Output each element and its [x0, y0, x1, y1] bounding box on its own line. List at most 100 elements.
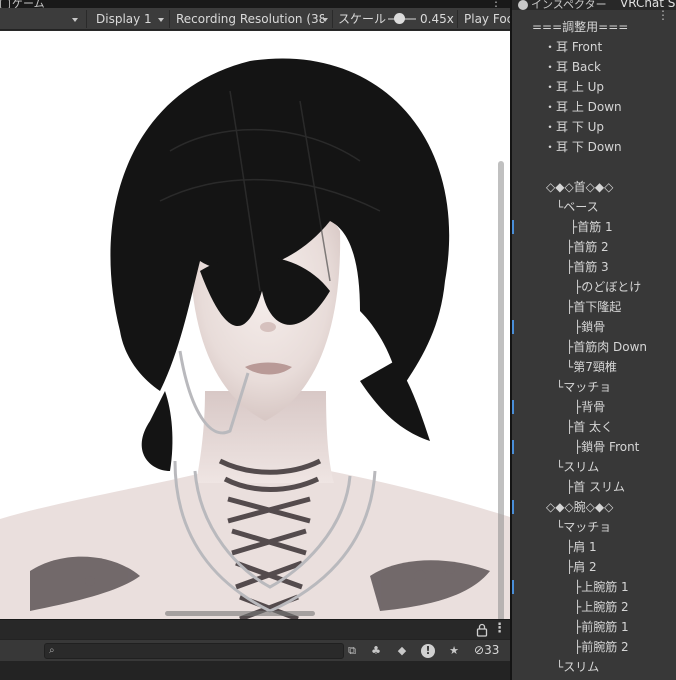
game-tab-bar: ゲーム ⋮ [0, 0, 510, 10]
hierarchy-item[interactable]: ├首筋 1 [512, 217, 676, 237]
hierarchy-item-label: ├上腕筋 2 [574, 600, 629, 614]
right-tab-bar: インスペクター VRChat S [512, 0, 676, 10]
hierarchy-item[interactable]: ・耳 Back [512, 57, 676, 77]
hierarchy-item[interactable]: ・耳 上 Up [512, 77, 676, 97]
chevron-down-icon [157, 17, 164, 22]
row-indicator [512, 440, 514, 454]
hierarchy-item[interactable]: ◇◆◇腕◇◆◇ [512, 497, 676, 517]
hierarchy-item[interactable]: ・耳 Front [512, 37, 676, 57]
row-indicator [512, 400, 514, 414]
info-icon [518, 0, 528, 10]
hierarchy-item-label: ├首筋 1 [570, 220, 613, 234]
console-body [0, 661, 510, 680]
hierarchy-item-label: ├肩 2 [566, 560, 597, 574]
hierarchy-item-label: ├首 スリム [566, 480, 626, 494]
hierarchy-item-label: ===調整用=== [532, 20, 629, 34]
resolution-caret[interactable] [320, 11, 328, 27]
hierarchy-item-label: ├首筋肉 Down [566, 340, 648, 354]
console-toolbar: ⌕ ⧉ ♣ ◆ ! ★ ⊘33 [0, 639, 510, 661]
toolbar-divider [169, 10, 170, 28]
hierarchy-item[interactable]: ├鎖骨 [512, 317, 676, 337]
console-search-input[interactable]: ⌕ [44, 643, 344, 659]
hierarchy-item[interactable]: ├上腕筋 1 [512, 577, 676, 597]
hierarchy-item-label: └マッチョ [556, 520, 612, 534]
hierarchy-item[interactable]: ├上腕筋 2 [512, 597, 676, 617]
hierarchy-item[interactable]: └スリム [512, 457, 676, 477]
hierarchy-item[interactable]: ├肩 2 [512, 557, 676, 577]
hierarchy-item[interactable]: ├首下隆起 [512, 297, 676, 317]
hierarchy-item-label: ├肩 1 [566, 540, 597, 554]
hierarchy-item-label: ├前腕筋 2 [574, 640, 629, 654]
hierarchy-item[interactable]: ・耳 下 Down [512, 137, 676, 157]
hierarchy-item-label: ├背骨 [574, 400, 606, 414]
hierarchy-panel: インスペクター VRChat S ⋮ ===調整用=== ・耳 Front ・耳 B… [512, 0, 676, 680]
hierarchy-item-label: ├前腕筋 1 [574, 620, 629, 634]
hierarchy-item[interactable]: ├首 スリム [512, 477, 676, 497]
hierarchy-item-label: ・耳 Back [544, 60, 601, 74]
tab-inspector[interactable]: インスペクター [518, 0, 607, 10]
hierarchy-item[interactable]: ===調整用=== [512, 17, 676, 37]
hierarchy-item[interactable]: └スリム [512, 657, 676, 677]
star-icon[interactable]: ★ [444, 642, 464, 660]
hierarchy-item[interactable]: ├肩 1 [512, 537, 676, 557]
display-label: Display 1 [96, 12, 152, 26]
hierarchy-item[interactable]: ├首 太く [512, 417, 676, 437]
hierarchy-item-label: ├首 太く [566, 420, 614, 434]
display-dropdown[interactable]: Display 1 [96, 11, 164, 27]
scale-slider-handle[interactable] [394, 13, 405, 24]
chevron-down-icon [322, 17, 328, 22]
info-icon[interactable]: ! [418, 642, 438, 660]
console-header: ⋮ [0, 619, 510, 639]
hierarchy-item-label: ◇◆◇腕◇◆◇ [546, 500, 614, 514]
hierarchy-item[interactable]: └マッチョ [512, 377, 676, 397]
lock-icon[interactable] [476, 623, 488, 637]
play-focus-dropdown[interactable]: Play Foc [464, 11, 510, 27]
hierarchy-item-label: ・耳 下 Up [544, 120, 605, 134]
search-icon: ⌕ [49, 645, 55, 656]
hierarchy-item[interactable]: ├のどぼとけ [512, 277, 676, 297]
vertical-scrollbar[interactable] [498, 161, 504, 619]
hierarchy-item-label: └スリム [556, 460, 600, 474]
hierarchy-item[interactable]: ・耳 下 Up [512, 117, 676, 137]
game-panel: ゲーム ⋮ Display 1 Recording Resolution (38… [0, 0, 510, 680]
tag-icon[interactable]: ◆ [392, 642, 412, 660]
tab-game[interactable]: ゲーム [0, 0, 45, 10]
open-external-icon[interactable]: ⧉ [342, 642, 362, 660]
hierarchy-item[interactable]: ├首筋肉 Down [512, 337, 676, 357]
scale-value: 0.45x [420, 12, 454, 26]
resolution-dropdown[interactable]: Recording Resolution (38 [176, 11, 324, 27]
hierarchy-item-label: ├首筋 3 [566, 260, 609, 274]
hierarchy-item[interactable]: ├前腕筋 2 [512, 637, 676, 657]
more-options-icon[interactable]: ⋮ [493, 621, 506, 636]
hidden-count[interactable]: ⊘33 [474, 643, 499, 657]
row-indicator [512, 500, 514, 514]
hierarchy-item-label: ・耳 上 Up [544, 80, 605, 94]
hierarchy-item-label: ・耳 Front [544, 40, 603, 54]
hierarchy-item[interactable]: ├首筋 3 [512, 257, 676, 277]
game-toolbar: Display 1 Recording Resolution (38 スケール … [0, 8, 510, 30]
row-indicator [512, 220, 514, 234]
horizontal-scrollbar[interactable] [165, 611, 315, 616]
aspect-dropdown-caret[interactable] [70, 11, 78, 27]
hierarchy-item[interactable]: ◇◆◇首◇◆◇ [512, 177, 676, 197]
hierarchy-item-label: └ベース [556, 200, 599, 214]
filter-types-icon[interactable]: ♣ [366, 642, 386, 660]
hierarchy-item[interactable]: ・耳 上 Down [512, 97, 676, 117]
hierarchy-item[interactable]: ├鎖骨 Front [512, 437, 676, 457]
hidden-count-value: 33 [484, 643, 500, 657]
toolbar-divider [86, 10, 87, 28]
hierarchy-item-label: ├上腕筋 1 [574, 580, 629, 594]
resolution-label: Recording Resolution (38 [176, 12, 324, 26]
hierarchy-item[interactable]: └ベース [512, 197, 676, 217]
hierarchy-item[interactable]: ├前腕筋 1 [512, 617, 676, 637]
hierarchy-item-label: ├首筋 2 [566, 240, 609, 254]
hierarchy-item[interactable]: └マッチョ [512, 517, 676, 537]
hierarchy-item-label: ├のどぼとけ [574, 280, 642, 294]
hierarchy-item[interactable]: ├背骨 [512, 397, 676, 417]
avatar-render [0, 58, 510, 619]
hierarchy-item[interactable]: └第7頸椎 [512, 357, 676, 377]
eye-slash-icon: ⊘ [474, 643, 485, 657]
hierarchy-item-label: └第7頸椎 [566, 360, 617, 374]
game-viewport[interactable] [0, 31, 510, 619]
hierarchy-item[interactable]: ├首筋 2 [512, 237, 676, 257]
